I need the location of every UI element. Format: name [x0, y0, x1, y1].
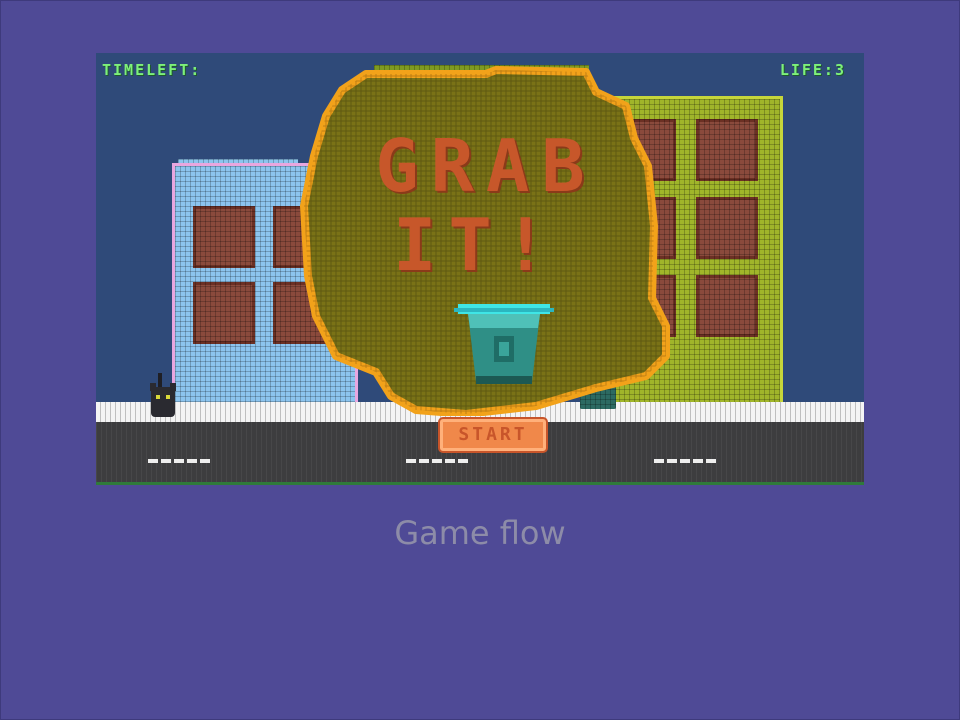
game-canvas[interactable]: GRAB IT! TIMELEFT: LIFE:3 START: [96, 53, 864, 485]
building-window: [696, 275, 758, 337]
building-window: [193, 282, 255, 344]
grass-strip: [96, 482, 864, 485]
lane-marking: [148, 459, 212, 463]
time-left-label: TIMELEFT:: [102, 61, 202, 79]
title-grab: GRAB: [375, 124, 597, 208]
life-counter: LIFE:3: [779, 61, 846, 79]
title-it: IT!: [392, 203, 560, 287]
start-button[interactable]: START: [440, 419, 546, 451]
title-splash: GRAB IT!: [296, 66, 676, 416]
trash-bin-icon: [454, 304, 554, 384]
black-cat-sprite: [150, 373, 176, 417]
slide-caption: Game flow: [394, 514, 566, 552]
building-window: [193, 206, 255, 268]
lane-marking: [406, 459, 470, 463]
lane-marking: [654, 459, 718, 463]
building-window: [696, 119, 758, 181]
building-window: [696, 197, 758, 259]
